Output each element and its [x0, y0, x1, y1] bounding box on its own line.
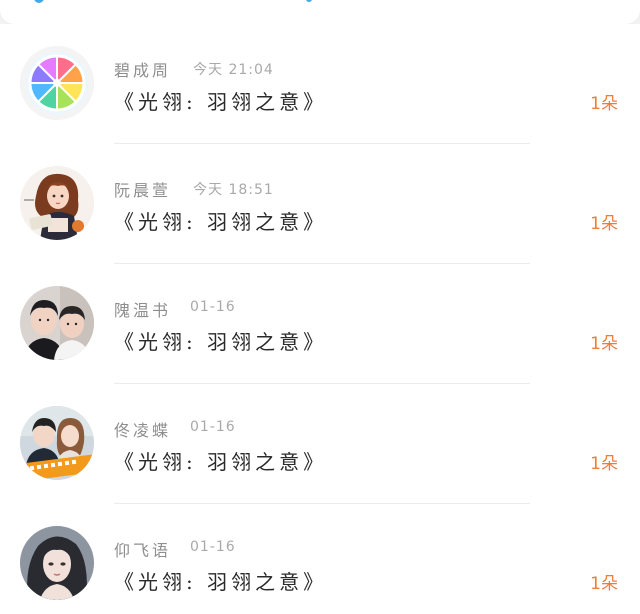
gift-count: 1朵	[590, 334, 618, 354]
sender-name: 阮晨萱	[114, 181, 172, 200]
illustrated-girl-avatar[interactable]	[20, 166, 94, 240]
gift-title: 《光翎: 羽翎之意》	[114, 90, 328, 114]
gift-count: 1朵	[590, 454, 618, 474]
list-item[interactable]: 阮晨萱 今天 18:51 《光翎: 羽翎之意》 1朵	[0, 144, 640, 264]
couple-photo-avatar[interactable]	[20, 406, 94, 480]
gift-title: 《光翎: 羽翎之意》	[114, 330, 328, 354]
search-hint-dot	[306, 0, 312, 2]
gift-count: 1朵	[590, 214, 618, 234]
sent-time: 01-16	[190, 299, 236, 315]
gift-record-list: 碧成周 今天 21:04 《光翎: 羽翎之意》 1朵 阮晨萱 今天 18:51 …	[0, 24, 640, 614]
top-search-bar[interactable]	[0, 0, 640, 24]
sent-time: 今天 18:51	[193, 182, 274, 198]
list-item[interactable]: 佟凌蝶 01-16 《光翎: 羽翎之意》 1朵	[0, 384, 640, 504]
sender-name: 碧成周	[114, 61, 172, 80]
gift-title: 《光翎: 羽翎之意》	[114, 450, 328, 474]
sender-name: 佟凌蝶	[114, 421, 172, 440]
sender-name: 隗温书	[114, 301, 172, 320]
lemon-slice-avatar[interactable]	[20, 46, 94, 120]
sender-name: 仰飞语	[114, 541, 172, 560]
gift-record-screen: 碧成周 今天 21:04 《光翎: 羽翎之意》 1朵 阮晨萱 今天 18:51 …	[0, 0, 640, 614]
woman-portrait-avatar[interactable]	[20, 526, 94, 600]
gift-title: 《光翎: 羽翎之意》	[114, 210, 328, 234]
sent-time: 01-16	[190, 539, 236, 555]
search-icon	[34, 0, 44, 3]
sent-time: 今天 21:04	[193, 62, 274, 78]
gift-title: 《光翎: 羽翎之意》	[114, 570, 328, 594]
list-item[interactable]: 碧成周 今天 21:04 《光翎: 羽翎之意》 1朵	[0, 24, 640, 144]
gift-count: 1朵	[590, 94, 618, 114]
sent-time: 01-16	[190, 419, 236, 435]
list-item[interactable]: 仰飞语 01-16 《光翎: 羽翎之意》 1朵	[0, 504, 640, 614]
list-item[interactable]: 隗温书 01-16 《光翎: 羽翎之意》 1朵	[0, 264, 640, 384]
two-boys-photo-avatar[interactable]	[20, 286, 94, 360]
gift-count: 1朵	[590, 574, 618, 594]
